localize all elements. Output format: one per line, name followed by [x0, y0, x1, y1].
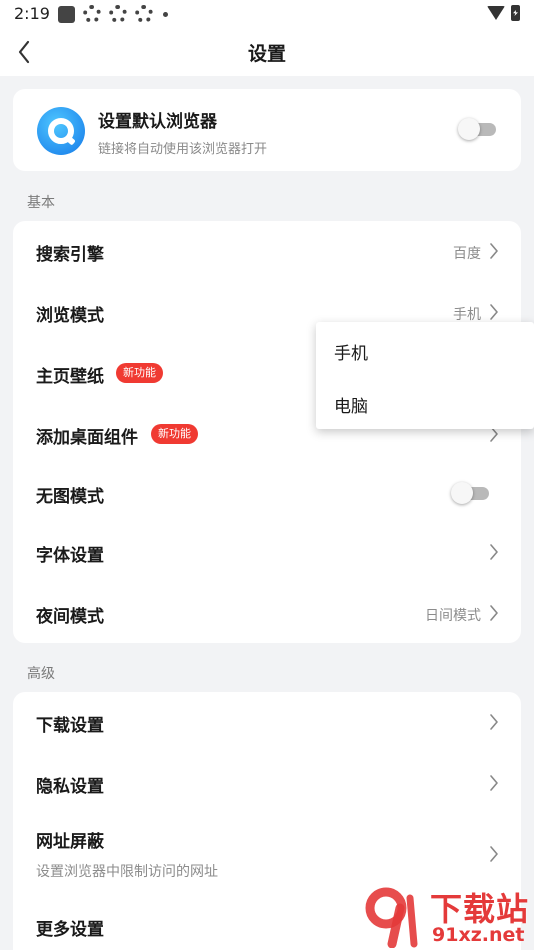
chevron-right-icon: [489, 774, 499, 792]
setting-row-search-engine[interactable]: 搜索引擎 百度: [13, 221, 521, 281]
setting-subtitle: 设置浏览器中限制访问的网址: [36, 864, 218, 880]
watermark-domain: 91xz.net: [432, 924, 525, 946]
browse-mode-popup-menu: 手机 电脑: [316, 322, 534, 429]
setting-value: 百度: [453, 246, 481, 262]
chevron-right-icon: [489, 543, 499, 561]
chevron-right-icon: [489, 303, 499, 321]
notification-square-icon: [58, 5, 75, 23]
section-label-basic: 基本: [27, 195, 55, 211]
default-browser-toggle[interactable]: [458, 118, 496, 140]
basic-settings-card: 搜索引擎 百度 浏览模式 手机 主页壁纸 新功能 添加桌面组件 新功能 无图模式…: [13, 221, 521, 643]
chevron-right-icon: [489, 845, 499, 863]
setting-row-no-image-mode: 无图模式: [13, 463, 521, 523]
system-icons: [487, 5, 520, 21]
no-image-mode-toggle[interactable]: [451, 482, 489, 504]
setting-label: 浏览模式: [36, 306, 104, 326]
setting-value: 日间模式: [425, 608, 481, 624]
notification-pinwheel-icon: [135, 5, 153, 23]
popup-option-label: 手机: [334, 344, 368, 364]
popup-option-mobile[interactable]: 手机: [316, 324, 534, 376]
new-feature-badge: 新功能: [151, 424, 198, 444]
setting-row-privacy[interactable]: 隐私设置: [13, 753, 521, 813]
notification-icons: [58, 5, 168, 23]
setting-label: 夜间模式: [36, 607, 104, 627]
setting-label: 更多设置: [36, 920, 104, 940]
status-bar: 2:19: [0, 0, 534, 28]
default-browser-subtitle: 链接将自动使用该浏览器打开: [98, 142, 268, 157]
setting-row-download[interactable]: 下载设置: [13, 692, 521, 752]
setting-label: 网址屏蔽: [36, 832, 104, 852]
setting-label: 字体设置: [36, 546, 104, 566]
setting-label: 隐私设置: [36, 777, 104, 797]
setting-label: 主页壁纸: [36, 367, 104, 387]
setting-value: 手机: [453, 307, 481, 323]
notification-pinwheel-icon: [83, 5, 101, 23]
chevron-right-icon: [489, 713, 499, 731]
more-notifications-dot-icon: [163, 11, 168, 17]
setting-label: 下载设置: [36, 716, 104, 736]
setting-label: 搜索引擎: [36, 245, 104, 265]
setting-row-font[interactable]: 字体设置: [13, 522, 521, 582]
browser-q-logo-icon: [37, 107, 85, 155]
popup-option-desktop[interactable]: 电脑: [316, 377, 534, 429]
section-label-advanced: 高级: [27, 666, 55, 682]
watermark: 下载站 91xz.net: [358, 884, 534, 950]
popup-option-label: 电脑: [334, 397, 368, 417]
setting-label: 无图模式: [36, 487, 104, 507]
watermark-logo-icon: [365, 887, 418, 948]
status-time: 2:19: [14, 4, 50, 23]
title-bar: 设置: [0, 28, 534, 76]
setting-row-night-mode[interactable]: 夜间模式 日间模式: [13, 583, 521, 643]
setting-row-url-block[interactable]: 网址屏蔽 设置浏览器中限制访问的网址: [13, 814, 521, 892]
chevron-right-icon: [489, 242, 499, 260]
battery-charging-icon: [511, 5, 520, 21]
wifi-icon: [487, 6, 505, 20]
notification-pinwheel-icon: [109, 5, 127, 23]
chevron-right-icon: [489, 604, 499, 622]
page-title: 设置: [247, 43, 286, 65]
default-browser-card: 设置默认浏览器 链接将自动使用该浏览器打开: [13, 89, 521, 171]
setting-label: 添加桌面组件: [36, 428, 138, 448]
default-browser-title: 设置默认浏览器: [98, 112, 217, 132]
new-feature-badge: 新功能: [116, 363, 163, 383]
